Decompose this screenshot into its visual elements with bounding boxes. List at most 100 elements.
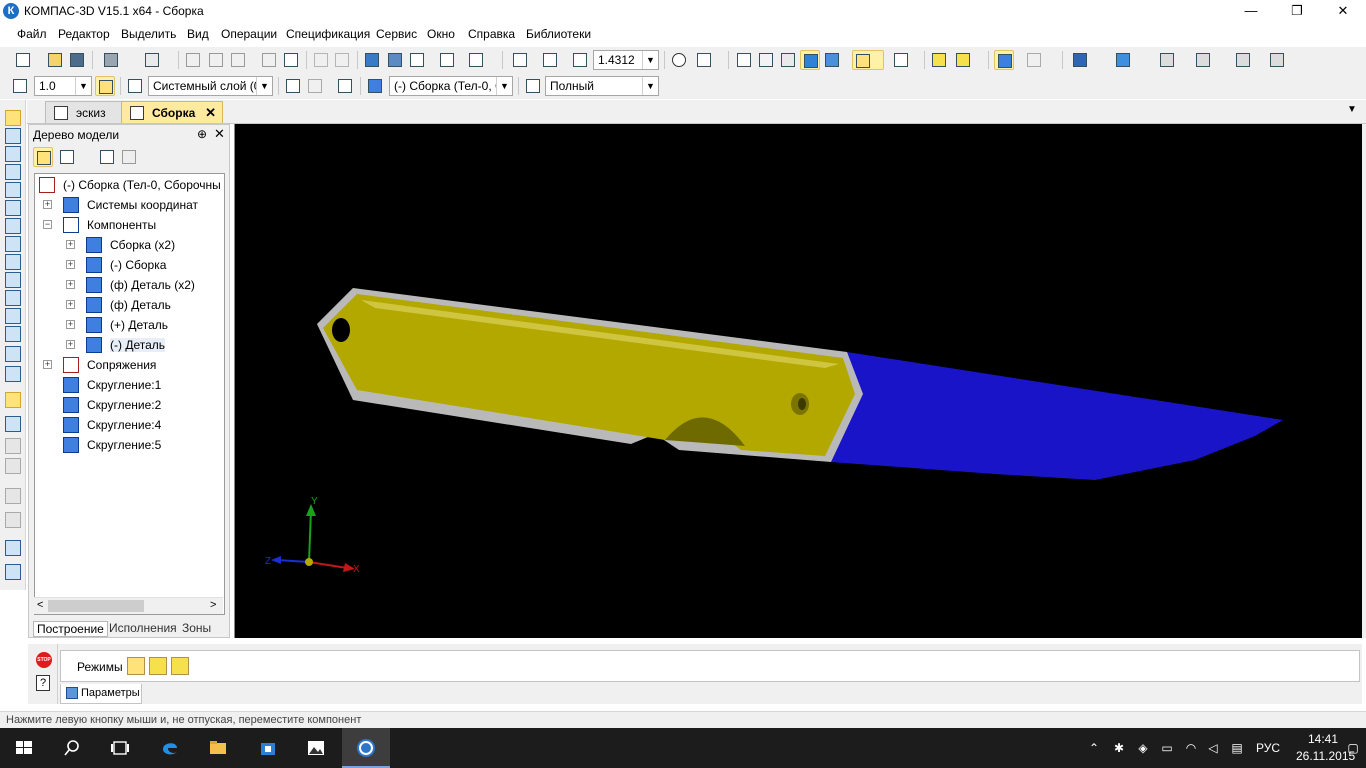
step-field[interactable]: 1.0 ▼	[34, 76, 92, 96]
filters-icon[interactable]	[5, 254, 21, 270]
mode-collision-icon[interactable]	[171, 657, 189, 675]
report-panel-icon[interactable]	[5, 290, 21, 306]
expand-icon[interactable]: +	[66, 300, 75, 309]
file-explorer-button[interactable]	[194, 728, 242, 768]
sheet-metal-icon[interactable]	[5, 326, 21, 342]
spec-icon[interactable]	[1233, 50, 1253, 70]
orientation-icon[interactable]	[694, 50, 714, 70]
measure-icon[interactable]	[1157, 50, 1177, 70]
expand-icon[interactable]: +	[43, 360, 52, 369]
search-tool-icon[interactable]	[5, 488, 21, 504]
mode-move-icon[interactable]	[127, 657, 145, 675]
layer-select[interactable]: Системный слой (0) ▼	[148, 76, 273, 96]
menu-view[interactable]: Вид	[187, 27, 209, 41]
step-icon[interactable]	[10, 76, 30, 96]
mode-rotate-icon[interactable]	[149, 657, 167, 675]
kompas-taskbar-button[interactable]	[342, 728, 390, 768]
component-edit-icon[interactable]	[953, 50, 973, 70]
disabled-tool-icon[interactable]	[5, 438, 21, 454]
menu-libraries[interactable]: Библиотеки	[526, 27, 591, 41]
close-button[interactable]: ✕	[1320, 0, 1366, 22]
rotate-icon[interactable]	[669, 50, 689, 70]
tree-structure-icon[interactable]	[33, 147, 53, 167]
rotate-component-icon[interactable]	[5, 416, 21, 432]
snap-icon[interactable]	[891, 50, 911, 70]
menu-service[interactable]: Сервис	[376, 27, 417, 41]
shaded-edges-icon[interactable]	[822, 50, 842, 70]
tree-options-icon[interactable]	[119, 147, 139, 167]
mass-icon[interactable]	[1193, 50, 1213, 70]
add-from-file-icon[interactable]	[5, 366, 21, 382]
pin-icon[interactable]: ⊕	[197, 127, 207, 141]
measure-diag-icon[interactable]	[5, 236, 21, 252]
expand-icon[interactable]: +	[66, 340, 75, 349]
scroll-left-icon[interactable]: <	[37, 599, 43, 611]
minimize-button[interactable]: —	[1228, 0, 1274, 22]
designations-icon[interactable]	[5, 308, 21, 324]
tree-horizontal-scrollbar[interactable]: < >	[34, 597, 223, 614]
expand-icon[interactable]: +	[66, 240, 75, 249]
paste-icon[interactable]	[228, 50, 248, 70]
plane-icon[interactable]	[1113, 50, 1133, 70]
orient-axis-icon[interactable]	[335, 76, 355, 96]
layers-icon[interactable]	[1070, 50, 1090, 70]
expand-icon[interactable]: +	[43, 200, 52, 209]
create-assembly-icon[interactable]	[5, 564, 21, 580]
layer-icon[interactable]	[125, 76, 145, 96]
solid-ops-icon[interactable]	[5, 128, 21, 144]
shaded-icon[interactable]	[800, 50, 820, 70]
clock-time[interactable]: 14:41	[1308, 732, 1338, 746]
tray-app-icon[interactable]: ◈	[1136, 741, 1150, 755]
tree-view-mode-icon[interactable]	[57, 147, 77, 167]
keyboard-icon[interactable]: ▤	[1230, 741, 1244, 755]
help-icon[interactable]: ?	[36, 675, 50, 691]
cs-toggle-icon[interactable]	[305, 76, 325, 96]
edge-browser-button[interactable]	[146, 728, 194, 768]
tabs-menu-icon[interactable]: ▼	[1347, 104, 1357, 115]
battery-icon[interactable]: ▭	[1160, 741, 1174, 755]
zoom-dynamic-icon[interactable]	[540, 50, 560, 70]
chevron-down-icon[interactable]: ▼	[642, 77, 658, 95]
stop-icon[interactable]: STOP	[36, 652, 52, 668]
menu-file[interactable]: Файл	[17, 27, 47, 41]
cut-icon[interactable]	[183, 50, 203, 70]
expand-icon[interactable]: +	[66, 320, 75, 329]
aux-geometry-icon[interactable]	[5, 200, 21, 216]
library-icon[interactable]	[385, 50, 405, 70]
tab-construction[interactable]: Построение	[33, 621, 108, 637]
mates-icon[interactable]	[5, 218, 21, 234]
scroll-right-icon[interactable]: >	[210, 599, 216, 611]
format-brush-icon[interactable]	[259, 50, 279, 70]
start-button[interactable]	[0, 728, 48, 768]
expand-icon[interactable]: +	[66, 280, 75, 289]
zoom-window-icon[interactable]	[510, 50, 530, 70]
chevron-down-icon[interactable]: ▼	[75, 77, 91, 95]
close-tab-icon[interactable]: ✕	[205, 105, 216, 121]
print-button[interactable]	[101, 50, 121, 70]
language-indicator[interactable]: РУС	[1256, 741, 1280, 755]
copy-icon[interactable]	[206, 50, 226, 70]
local-cs-icon[interactable]	[283, 76, 303, 96]
model-viewport[interactable]: Y X Z	[234, 124, 1362, 638]
menu-editor[interactable]: Редактор	[58, 27, 110, 41]
wireframe-icon[interactable]	[734, 50, 754, 70]
tray-expand-icon[interactable]: ⌃	[1087, 741, 1101, 755]
section-icon[interactable]	[1024, 50, 1044, 70]
menu-operations[interactable]: Операции	[221, 27, 277, 41]
knife-blade[interactable]	[831, 352, 1283, 480]
tab-sketch[interactable]: эскиз	[45, 101, 131, 123]
bluetooth-icon[interactable]: ✱	[1112, 741, 1126, 755]
collapse-icon[interactable]: −	[43, 220, 52, 229]
notifications-icon[interactable]: ▢	[1346, 741, 1360, 755]
scroll-thumb[interactable]	[48, 600, 144, 612]
tab-versions[interactable]: Исполнения	[109, 621, 177, 637]
tab-assembly[interactable]: Сборка ✕	[121, 101, 223, 123]
assembly-mode-icon[interactable]	[994, 50, 1014, 70]
zoom-field[interactable]: 1.4312 ▼	[593, 50, 659, 70]
lock-icon[interactable]	[5, 512, 21, 528]
chevron-down-icon[interactable]: ▼	[642, 51, 658, 69]
undo-icon[interactable]	[311, 50, 331, 70]
menu-help[interactable]: Справка	[468, 27, 515, 41]
grid-snap-icon[interactable]	[95, 76, 115, 96]
move-component-icon[interactable]	[5, 392, 21, 408]
